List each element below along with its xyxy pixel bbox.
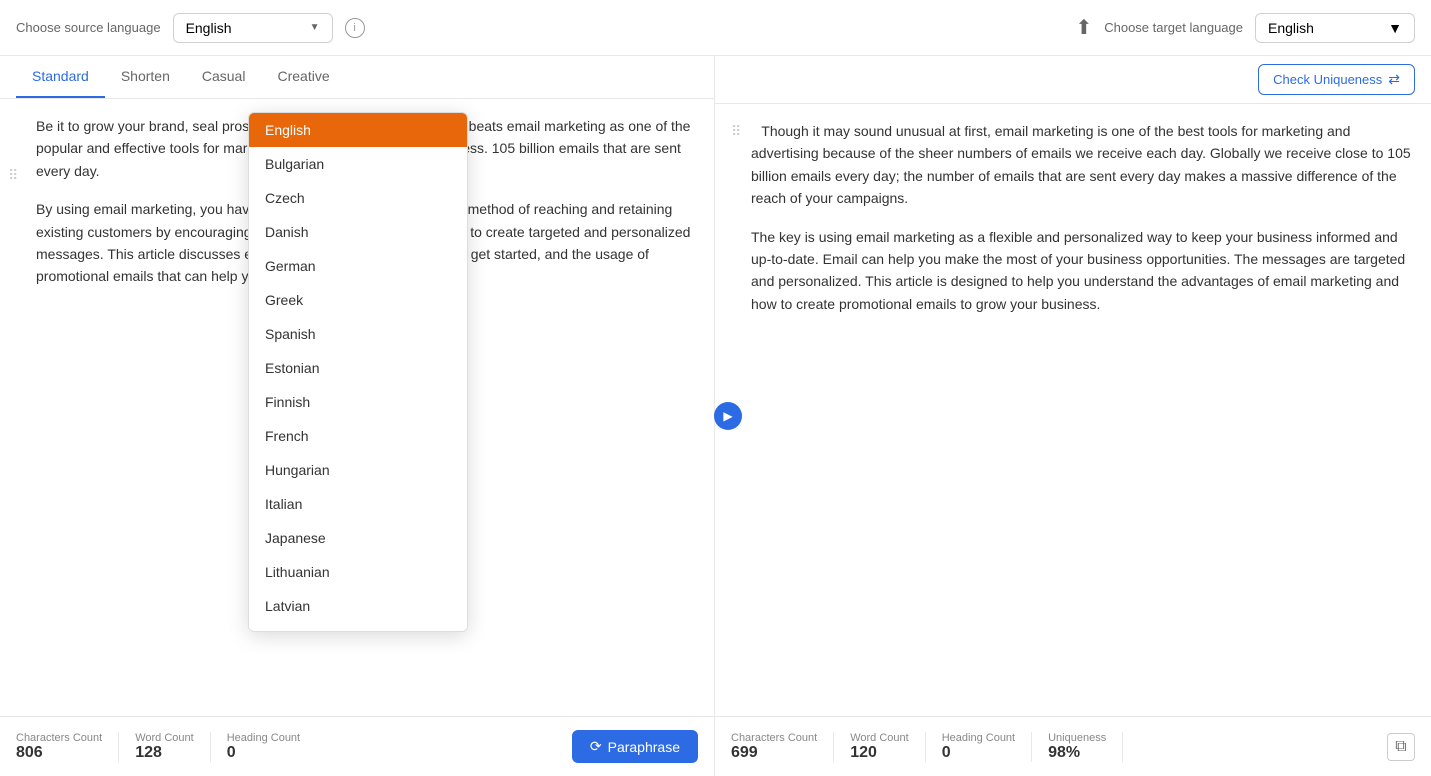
source-heading-label: Heading Count (227, 732, 300, 744)
tab-shorten[interactable]: Shorten (105, 56, 186, 98)
dropdown-item-japanese[interactable]: Japanese (249, 521, 467, 555)
target-wordcount-value: 120 (850, 744, 877, 762)
source-language-label: Choose source language (16, 20, 161, 35)
language-dropdown: EnglishBulgarianCzechDanishGermanGreekSp… (248, 112, 468, 632)
dropdown-item-bulgarian[interactable]: Bulgarian (249, 147, 467, 181)
expand-arrow-button[interactable]: ▶ (714, 402, 742, 430)
source-characters-stat: Characters Count 806 (16, 732, 119, 762)
target-heading-value: 0 (942, 744, 951, 762)
paraphrase-label: Paraphrase (608, 739, 680, 755)
check-uniqueness-button[interactable]: Check Uniqueness ⇄ (1258, 64, 1415, 95)
target-characters-value: 699 (731, 744, 758, 762)
target-uniqueness-value: 98% (1048, 744, 1080, 762)
paraphrase-button[interactable]: ⟳ Paraphrase (572, 730, 698, 763)
target-uniqueness-stat: Uniqueness 98% (1048, 732, 1123, 762)
tab-bar: Standard Shorten Casual Creative (0, 56, 714, 99)
target-heading-stat: Heading Count 0 (942, 732, 1032, 762)
upload-area: ⬆ (377, 15, 1093, 40)
upload-icon[interactable]: ⬆ (1075, 15, 1092, 40)
target-status-bar: Characters Count 699 Word Count 120 Head… (715, 716, 1431, 776)
app-container: Choose source language English ▼ i ⬆ Cho… (0, 0, 1431, 776)
target-language-btn[interactable]: English ▼ (1255, 13, 1415, 43)
panel-divider: ▶ (714, 402, 742, 430)
dropdown-item-english[interactable]: English (249, 113, 467, 147)
source-wordcount-value: 128 (135, 744, 162, 762)
target-text-area[interactable]: ⠿ Though it may sound unusual at first, … (715, 104, 1431, 716)
copy-icon: ⧉ (1395, 738, 1406, 756)
dropdown-item-spanish[interactable]: Spanish (249, 317, 467, 351)
target-paragraph-2: The key is using email marketing as a fl… (751, 226, 1411, 316)
target-language-value: English (1268, 20, 1314, 36)
drag-handle-right[interactable]: ⠿ (731, 120, 741, 142)
source-language-select[interactable]: English ▼ (173, 13, 333, 43)
source-language-value: English (186, 20, 232, 36)
check-uniqueness-label: Check Uniqueness (1273, 72, 1382, 87)
drag-handle-left[interactable]: ⠿ (8, 164, 18, 186)
target-characters-stat: Characters Count 699 (731, 732, 834, 762)
target-characters-label: Characters Count (731, 732, 817, 744)
target-heading-label: Heading Count (942, 732, 1015, 744)
dropdown-item-latvian[interactable]: Latvian (249, 589, 467, 623)
dropdown-item-greek[interactable]: Greek (249, 283, 467, 317)
dropdown-item-estonian[interactable]: Estonian (249, 351, 467, 385)
source-wordcount-stat: Word Count 128 (135, 732, 211, 762)
target-paragraph-1: Though it may sound unusual at first, em… (751, 120, 1411, 210)
target-language-select[interactable]: English ▼ (1255, 13, 1415, 43)
right-panel: Check Uniqueness ⇄ ⠿ Though it may sound… (715, 56, 1431, 776)
info-icon[interactable]: i (345, 18, 365, 38)
target-uniqueness-label: Uniqueness (1048, 732, 1106, 744)
source-heading-value: 0 (227, 744, 236, 762)
source-heading-stat: Heading Count 0 (227, 732, 316, 762)
dropdown-item-lithuanian[interactable]: Lithuanian (249, 555, 467, 589)
dropdown-item-italian[interactable]: Italian (249, 487, 467, 521)
target-language-label: Choose target language (1104, 20, 1243, 35)
dropdown-item-czech[interactable]: Czech (249, 181, 467, 215)
dropdown-item-dutch[interactable]: Dutch (249, 623, 467, 632)
dropdown-item-german[interactable]: German (249, 249, 467, 283)
dropdown-item-french[interactable]: French (249, 419, 467, 453)
source-characters-label: Characters Count (16, 732, 102, 744)
arrows-icon: ⇄ (1388, 71, 1400, 88)
target-wordcount-label: Word Count (850, 732, 909, 744)
source-characters-value: 806 (16, 744, 43, 762)
source-status-bar: Characters Count 806 Word Count 128 Head… (0, 716, 714, 776)
tab-creative[interactable]: Creative (261, 56, 345, 98)
tab-casual[interactable]: Casual (186, 56, 262, 98)
paraphrase-icon: ⟳ (590, 738, 602, 755)
dropdown-item-danish[interactable]: Danish (249, 215, 467, 249)
source-chevron-icon: ▼ (310, 22, 320, 33)
target-chevron-icon: ▼ (1388, 20, 1402, 36)
right-toolbar: Check Uniqueness ⇄ (715, 56, 1431, 104)
source-wordcount-label: Word Count (135, 732, 194, 744)
target-wordcount-stat: Word Count 120 (850, 732, 926, 762)
dropdown-item-finnish[interactable]: Finnish (249, 385, 467, 419)
source-language-btn[interactable]: English ▼ (173, 13, 333, 43)
tab-standard[interactable]: Standard (16, 56, 105, 98)
main-content: Standard Shorten Casual Creative ⠿ Be it… (0, 56, 1431, 776)
dropdown-item-hungarian[interactable]: Hungarian (249, 453, 467, 487)
copy-button[interactable]: ⧉ (1387, 733, 1415, 761)
header: Choose source language English ▼ i ⬆ Cho… (0, 0, 1431, 56)
